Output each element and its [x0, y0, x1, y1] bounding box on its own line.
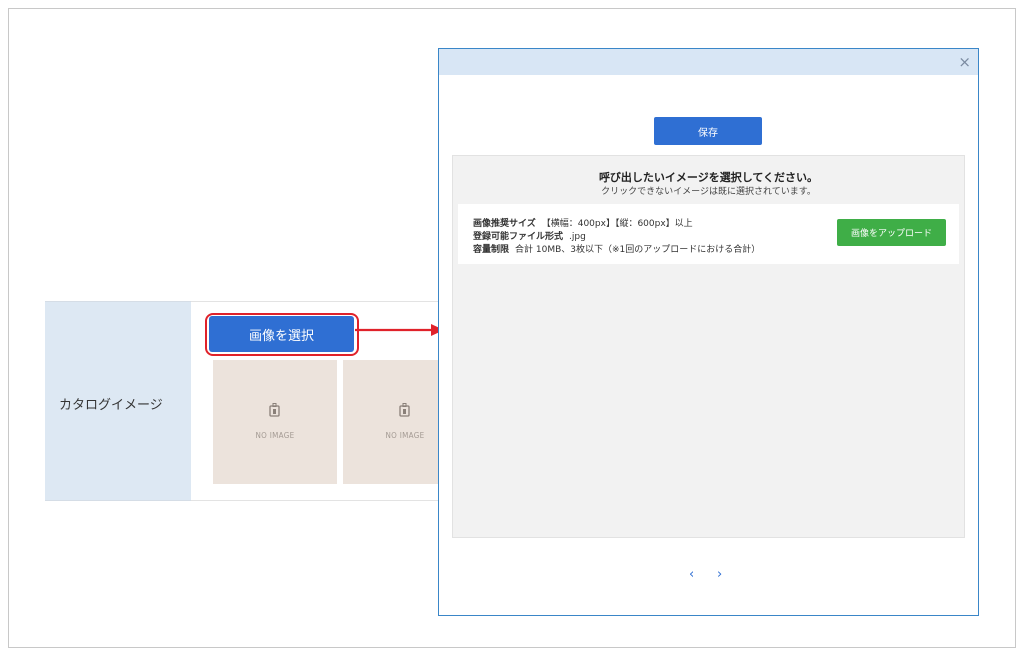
thumbnail-placeholder[interactable]: NO IMAGE: [213, 360, 337, 484]
recommended-size-value: 【横幅：400px】【縦：600px】以上: [541, 219, 693, 229]
select-image-button[interactable]: 画像を選択: [209, 316, 354, 352]
size-limit-line: 容量制限 合計 10MB、3枚以下（※1回のアップロードにおける合計）: [473, 242, 760, 255]
arrow-right-icon: [355, 324, 444, 336]
image-list-panel: 呼び出したいイメージを選択してください。 クリックできないイメージは既に選択され…: [452, 155, 965, 538]
modal-header: ×: [439, 49, 978, 75]
size-limit-label: 容量制限: [473, 245, 510, 255]
no-image-text: NO IMAGE: [255, 431, 295, 440]
form-label-cell: カタログイメージ: [45, 301, 191, 501]
upload-image-button[interactable]: 画像をアップロード: [837, 219, 946, 246]
recommended-size-line: 画像推奨サイズ 【横幅：400px】【縦：600px】以上: [473, 216, 693, 229]
catalog-image-label: カタログイメージ: [59, 398, 163, 413]
thumbnail-placeholder[interactable]: NO IMAGE: [343, 360, 445, 484]
upload-info-box: 画像推奨サイズ 【横幅：400px】【縦：600px】以上 登録可能ファイル形式.…: [458, 204, 959, 264]
close-icon[interactable]: ×: [958, 53, 971, 71]
file-format-value: .jpg: [569, 232, 586, 242]
file-format-label: 登録可能ファイル形式: [473, 232, 564, 242]
image-select-modal: × 保存 呼び出したいイメージを選択してください。 クリックできないイメージは既…: [438, 48, 979, 616]
panel-title: 呼び出したいイメージを選択してください。: [598, 171, 819, 184]
save-button[interactable]: 保存: [654, 117, 762, 145]
recommended-size-label: 画像推奨サイズ: [473, 219, 536, 229]
price-tag-icon: [269, 403, 280, 417]
price-tag-icon: [399, 403, 410, 417]
chevron-right-icon[interactable]: ›: [717, 567, 722, 582]
chevron-left-icon[interactable]: ‹: [689, 567, 694, 582]
file-format-line: 登録可能ファイル形式 .jpg: [473, 229, 586, 242]
panel-subtitle: クリックできないイメージは既に選択されています。: [601, 187, 816, 197]
size-limit-value: 合計 10MB、3枚以下（※1回のアップロードにおける合計）: [515, 245, 761, 255]
